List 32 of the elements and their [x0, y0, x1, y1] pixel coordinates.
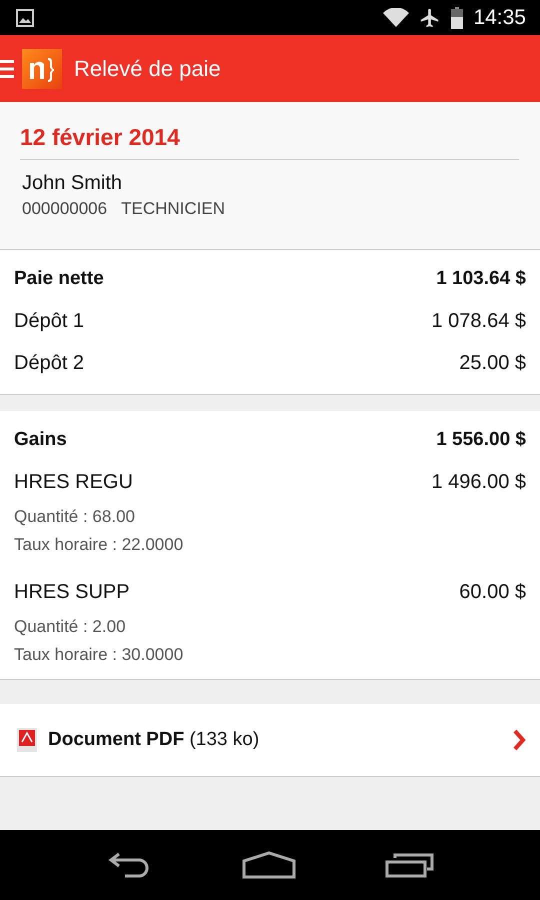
earning-amount: 1 496.00 $	[431, 470, 526, 494]
total-amount: 1 103.64 $	[436, 268, 526, 290]
earning-detail: Quantité : 2.00	[14, 616, 127, 638]
deposit-label: Dépôt 1	[14, 310, 84, 332]
menu-icon[interactable]	[0, 58, 14, 80]
section-label: Paie nette	[14, 268, 104, 290]
screen-title: Relevé de paie	[74, 56, 221, 82]
deposit-amount: 1 078.64 $	[431, 310, 526, 332]
earning-detail: Quantité : 68.00	[14, 506, 136, 528]
earning-label: HRES REGU	[14, 470, 133, 494]
picture-icon	[16, 8, 34, 26]
employee-id: 000000006	[22, 199, 108, 219]
deposit-label: Dépôt 2	[14, 352, 84, 374]
app-logo-icon[interactable]	[22, 48, 62, 88]
earning-detail: Taux horaire : 30.0000	[14, 644, 184, 666]
earning-amount: 60.00 $	[459, 580, 526, 604]
earning-label: HRES SUPP	[14, 580, 130, 604]
pdf-document-row[interactable]: Document PDF (133 ko)	[0, 704, 540, 777]
wifi-icon	[383, 8, 410, 28]
clock-time: 14:35	[473, 6, 526, 30]
earning-detail: Taux horaire : 22.0000	[14, 534, 184, 556]
total-amount: 1 556.00 $	[436, 429, 526, 451]
pdf-file-icon	[16, 727, 38, 753]
employee-name: John Smith	[22, 172, 124, 195]
pay-date: 12 février 2014	[20, 124, 519, 160]
pdf-document-label: Document PDF (133 ko)	[48, 729, 260, 751]
chevron-right-icon	[512, 729, 526, 751]
airplane-icon	[419, 6, 442, 28]
job-title: TECHNICIEN	[121, 199, 225, 219]
battery-icon	[451, 6, 464, 28]
section-label: Gains	[14, 429, 67, 451]
deposit-amount: 25.00 $	[459, 352, 526, 374]
